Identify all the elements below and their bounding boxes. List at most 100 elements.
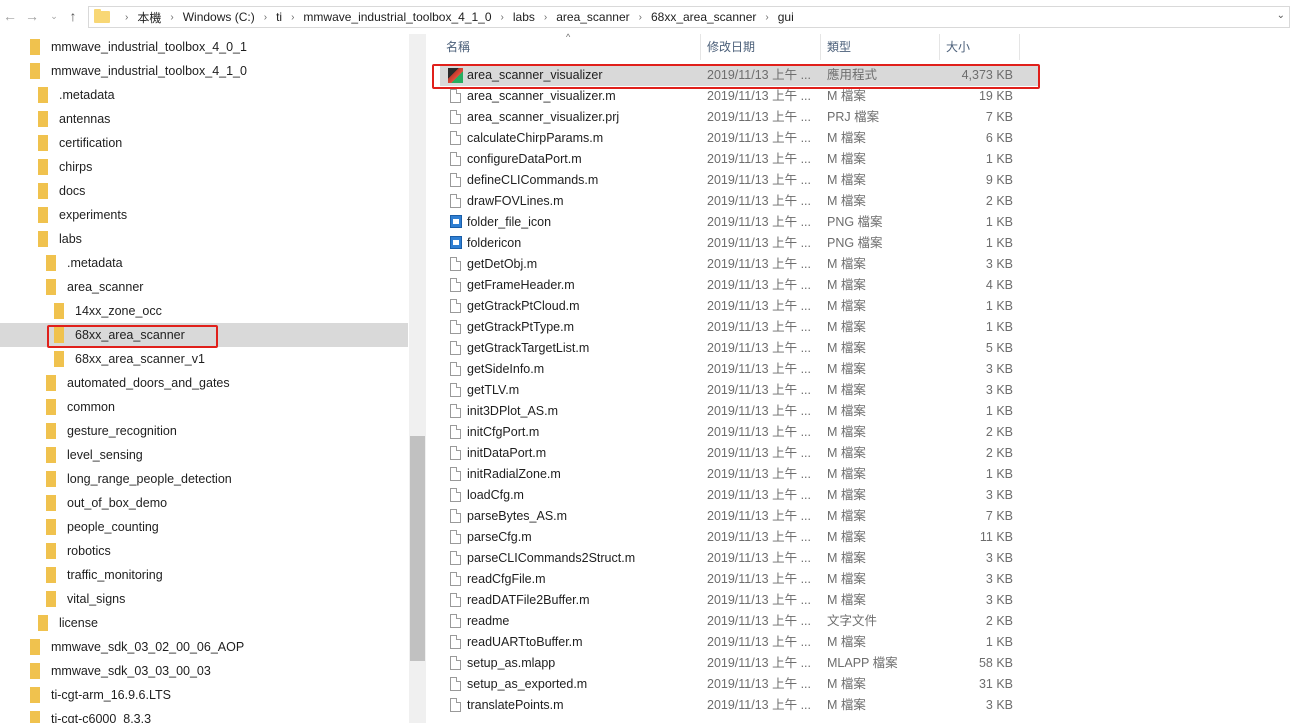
nav-tree-item[interactable]: chirps [38, 155, 92, 179]
nav-tree-item[interactable]: mmwave_sdk_03_03_00_03 [30, 659, 211, 683]
file-row[interactable]: init3DPlot_AS.m 2019/11/13 上午 ... M 檔案 1 KB [440, 401, 1040, 422]
nav-tree-item[interactable]: experiments [38, 203, 127, 227]
chevron-right-icon[interactable]: › [125, 12, 128, 23]
nav-tree-item[interactable]: vital_signs [46, 587, 125, 611]
breadcrumb-item[interactable]: area_scanner [556, 10, 629, 24]
file-row[interactable]: configureDataPort.m 2019/11/13 上午 ... M 檔案… [440, 149, 1040, 170]
nav-tree-item[interactable]: mmwave_industrial_toolbox_4_1_0 [30, 59, 247, 83]
nav-tree-label: vital_signs [67, 592, 126, 606]
nav-tree-item[interactable]: common [46, 395, 115, 419]
breadcrumb-item[interactable]: ti [276, 10, 282, 24]
chevron-right-icon[interactable]: › [639, 12, 642, 23]
file-row[interactable]: initRadialZone.m 2019/11/13 上午 ... M 檔案 1 K… [440, 464, 1040, 485]
column-header-name[interactable]: 名稱 [440, 34, 701, 60]
nav-tree-item[interactable]: docs [38, 179, 85, 203]
chevron-right-icon[interactable]: › [544, 12, 547, 23]
chevron-down-icon[interactable]: ⌄ [1277, 10, 1285, 21]
up-arrow-icon[interactable]: ↑ [65, 8, 81, 24]
breadcrumb-item[interactable]: Windows (C:) [183, 10, 255, 24]
file-type: PRJ 檔案 [827, 110, 880, 124]
file-row[interactable]: getGtrackTargetList.m 2019/11/13 上午 ... M … [440, 338, 1040, 359]
nav-scrollbar[interactable] [409, 34, 426, 723]
nav-tree-item[interactable]: gesture_recognition [46, 419, 177, 443]
nav-tree-item[interactable]: robotics [46, 539, 111, 563]
nav-tree-item[interactable]: certification [38, 131, 122, 155]
file-row[interactable]: parseBytes_AS.m 2019/11/13 上午 ... M 檔案 7 KB [440, 506, 1040, 527]
nav-tree-item[interactable]: automated_doors_and_gates [46, 371, 230, 395]
file-row[interactable]: drawFOVLines.m 2019/11/13 上午 ... M 檔案 2 KB [440, 191, 1040, 212]
nav-tree-item[interactable]: license [38, 611, 98, 635]
breadcrumb-item[interactable]: 本機 [137, 9, 161, 26]
file-row[interactable]: area_scanner_visualizer.prj 2019/11/13 上午… [440, 107, 1040, 128]
file-row[interactable]: readme 2019/11/13 上午 ... 文字文件 2 KB [440, 611, 1040, 632]
nav-tree-item[interactable]: antennas [38, 107, 110, 131]
column-header-size[interactable]: 大小 [940, 34, 1020, 60]
nav-tree-item[interactable]: traffic_monitoring [46, 563, 163, 587]
folder-icon [30, 39, 40, 55]
nav-tree-item[interactable]: 68xx_area_scanner_v1 [54, 347, 205, 371]
file-row[interactable]: readCfgFile.m 2019/11/13 上午 ... M 檔案 3 KB [440, 569, 1040, 590]
nav-tree-item[interactable]: ti-cgt-c6000_8.3.3 [30, 707, 151, 723]
chevron-right-icon[interactable]: › [501, 12, 504, 23]
file-row[interactable]: defineCLICommands.m 2019/11/13 上午 ... M 檔案… [440, 170, 1040, 191]
doc-icon [448, 445, 462, 461]
nav-tree-item[interactable]: mmwave_industrial_toolbox_4_0_1 [30, 35, 247, 59]
nav-tree-item[interactable]: level_sensing [46, 443, 143, 467]
breadcrumb-item[interactable]: labs [513, 10, 535, 24]
nav-tree-label: mmwave_industrial_toolbox_4_1_0 [51, 64, 247, 78]
nav-tree-item[interactable]: .metadata [38, 83, 115, 107]
address-bar[interactable]: › 本機 › Windows (C:) › ti › mmwave_industrial_to… [88, 6, 1290, 28]
file-row[interactable]: readUARTtoBuffer.m 2019/11/13 上午 ... M 檔案 1… [440, 632, 1040, 653]
nav-tree-item[interactable]: mmwave_sdk_03_02_00_06_AOP [30, 635, 244, 659]
file-row[interactable]: foldericon 2019/11/13 上午 ... PNG 檔案 1 KB [440, 233, 1040, 254]
file-type: 文字文件 [827, 614, 878, 628]
file-row[interactable]: initCfgPort.m 2019/11/13 上午 ... M 檔案 2 KB [440, 422, 1040, 443]
file-row[interactable]: loadCfg.m 2019/11/13 上午 ... M 檔案 3 KB [440, 485, 1040, 506]
file-type: M 檔案 [827, 341, 866, 355]
file-row[interactable]: readDATFile2Buffer.m 2019/11/13 上午 ... M 檔… [440, 590, 1040, 611]
folder-icon [38, 231, 48, 247]
breadcrumb-item[interactable]: 68xx_area_scanner [651, 10, 756, 24]
nav-tree-item[interactable]: area_scanner [46, 275, 143, 299]
file-row[interactable]: translatePoints.m 2019/11/13 上午 ... M 檔案 3 … [440, 695, 1040, 716]
file-row[interactable]: getFrameHeader.m 2019/11/13 上午 ... M 檔案 4 K… [440, 275, 1040, 296]
file-row[interactable]: getDetObj.m 2019/11/13 上午 ... M 檔案 3 KB [440, 254, 1040, 275]
breadcrumb-item[interactable]: gui [778, 10, 794, 24]
nav-tree-item[interactable]: people_counting [46, 515, 159, 539]
file-row[interactable]: getGtrackPtCloud.m 2019/11/13 上午 ... M 檔案 1… [440, 296, 1040, 317]
recent-dropdown-icon[interactable]: ⌄ [46, 8, 62, 24]
file-row[interactable]: parseCfg.m 2019/11/13 上午 ... M 檔案 11 KB [440, 527, 1040, 548]
nav-tree-item[interactable]: labs [38, 227, 82, 251]
nav-highlight-box [47, 325, 218, 348]
file-row[interactable]: getTLV.m 2019/11/13 上午 ... M 檔案 3 KB [440, 380, 1040, 401]
file-row[interactable]: calculateChirpParams.m 2019/11/13 上午 ... M… [440, 128, 1040, 149]
nav-tree-item[interactable]: 14xx_zone_occ [54, 299, 162, 323]
breadcrumb-item[interactable]: mmwave_industrial_toolbox_4_1_0 [303, 10, 491, 24]
file-row[interactable]: area_scanner_visualizer.m 2019/11/13 上午 .… [440, 86, 1040, 107]
file-row[interactable]: folder_file_icon 2019/11/13 上午 ... PNG 檔案 1… [440, 212, 1040, 233]
chevron-right-icon[interactable]: › [765, 12, 768, 23]
column-header-date[interactable]: 修改日期 [701, 34, 821, 60]
nav-tree-item[interactable]: ti-cgt-arm_16.9.6.LTS [30, 683, 171, 707]
nav-tree-item[interactable]: long_range_people_detection [46, 467, 232, 491]
file-row[interactable]: getGtrackPtType.m 2019/11/13 上午 ... M 檔案 1 … [440, 317, 1040, 338]
nav-tree-label: mmwave_sdk_03_03_00_03 [51, 664, 211, 678]
chevron-right-icon[interactable]: › [264, 12, 267, 23]
file-row[interactable]: setup_as_exported.m 2019/11/13 上午 ... M 檔案… [440, 674, 1040, 695]
nav-tree-label: common [67, 400, 115, 414]
file-row[interactable]: setup_as.mlapp 2019/11/13 上午 ... MLAPP 檔案 5… [440, 653, 1040, 674]
chevron-right-icon[interactable]: › [291, 12, 294, 23]
file-name: defineCLICommands.m [467, 173, 599, 187]
file-row[interactable]: getSideInfo.m 2019/11/13 上午 ... M 檔案 3 KB [440, 359, 1040, 380]
nav-scrollbar-thumb[interactable] [410, 436, 425, 661]
back-arrow-icon[interactable]: ← [2, 8, 18, 24]
column-header-type[interactable]: 類型 [821, 34, 940, 60]
forward-arrow-icon[interactable]: → [24, 8, 40, 24]
file-type: M 檔案 [827, 488, 866, 502]
nav-tree-item[interactable]: out_of_box_demo [46, 491, 167, 515]
file-name: loadCfg.m [467, 488, 524, 502]
file-row[interactable]: initDataPort.m 2019/11/13 上午 ... M 檔案 2 KB [440, 443, 1040, 464]
chevron-right-icon[interactable]: › [170, 12, 173, 23]
nav-tree-item[interactable]: .metadata [46, 251, 123, 275]
file-row[interactable]: parseCLICommands2Struct.m 2019/11/13 上午 .… [440, 548, 1040, 569]
